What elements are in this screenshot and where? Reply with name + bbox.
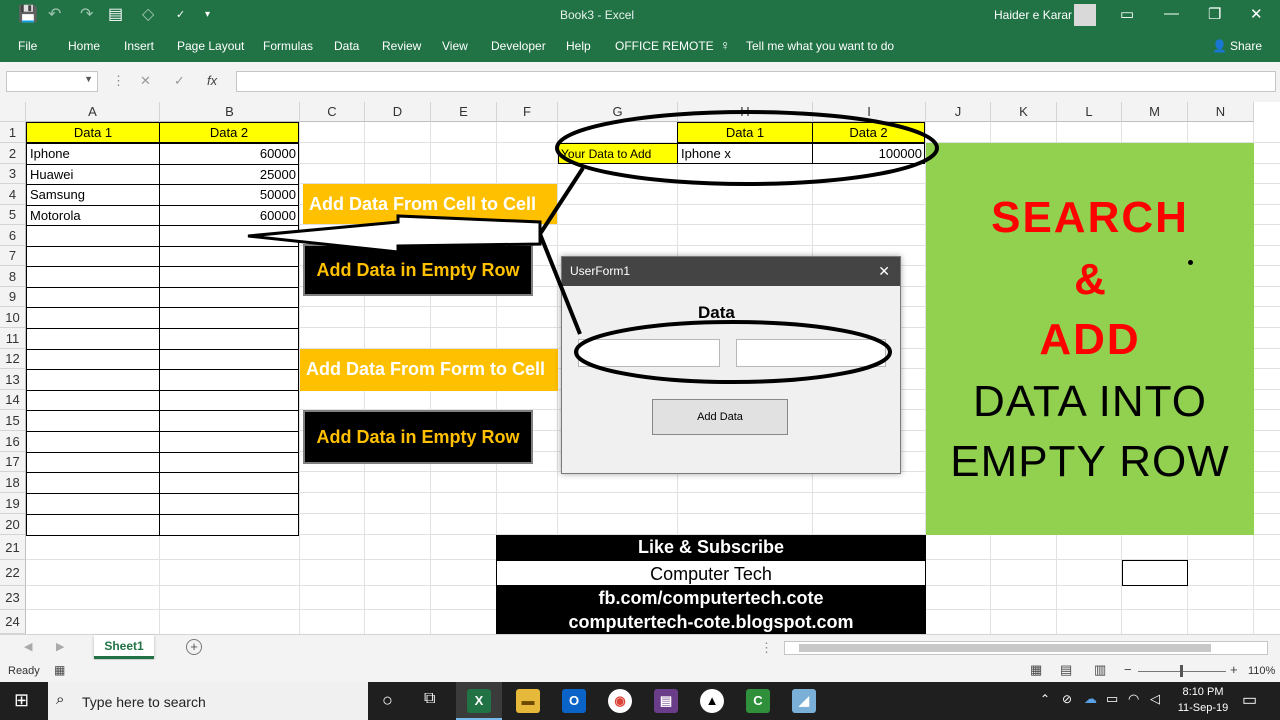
taskbar-search-box[interactable]: ⌕ Type here to search <box>48 682 368 720</box>
wifi-icon[interactable]: ◠ <box>1128 691 1139 707</box>
winrar-icon[interactable]: ▤ <box>654 689 678 713</box>
annotation-overlay <box>247 110 939 384</box>
add-sheet-icon[interactable]: + <box>186 639 202 655</box>
page-break-view-icon[interactable]: ▥ <box>1094 662 1106 678</box>
arrow-to-empty-row <box>247 214 542 254</box>
clock-time[interactable]: 8:10 PM <box>1180 686 1226 698</box>
outlook-icon[interactable]: O <box>562 689 586 713</box>
inkscape-icon[interactable]: ▲ <box>700 689 724 713</box>
sheet-tab-sheet1[interactable]: Sheet1 <box>94 635 154 659</box>
normal-view-icon[interactable]: ▦ <box>1030 662 1042 678</box>
taskbar: ⊞ ⌕ Type here to search ○ ⧉ X ▬ O ◉ ▤ ▲ … <box>0 682 1280 720</box>
scroll-left-icon[interactable]: ◀ <box>24 640 32 653</box>
app-icon[interactable]: ◢ <box>792 689 816 713</box>
sheet-tab-bar: ◀ ▶ Sheet1 + ⋮ <box>0 634 1280 660</box>
clock-date[interactable]: 11-Sep-19 <box>1176 702 1230 714</box>
excel-icon: X <box>467 689 491 713</box>
show-hidden-icons-icon[interactable]: ⌃ <box>1040 692 1050 706</box>
file-explorer-icon[interactable]: ▬ <box>516 689 540 713</box>
connector-line <box>537 166 585 335</box>
search-icon: ⌕ <box>56 691 65 708</box>
page-layout-view-icon[interactable]: ▤ <box>1060 662 1072 678</box>
horizontal-scrollbar[interactable] <box>784 641 1268 655</box>
status-ready: Ready <box>8 665 40 677</box>
windows-start-icon[interactable]: ⊞ <box>14 690 29 711</box>
tab-split-icon[interactable]: ⋮ <box>760 640 773 656</box>
highlight-ellipse-form <box>574 320 892 384</box>
macro-record-icon[interactable]: ▦ <box>54 663 65 677</box>
attachment-icon[interactable]: ⊘ <box>1062 692 1072 706</box>
camtasia-icon[interactable]: C <box>746 689 770 713</box>
highlight-ellipse-input <box>555 110 939 186</box>
chrome-icon[interactable]: ◉ <box>608 689 632 713</box>
zoom-in-icon[interactable]: + <box>1230 662 1238 677</box>
cortana-icon[interactable]: ○ <box>382 690 393 711</box>
volume-icon[interactable]: ◁ <box>1150 691 1160 707</box>
taskbar-excel-active[interactable]: X <box>456 682 502 720</box>
status-bar: Ready ▦ ▦ ▤ ▥ − + 110% <box>0 660 1280 682</box>
zoom-out-icon[interactable]: − <box>1124 662 1132 677</box>
zoom-slider-thumb[interactable] <box>1180 665 1183 677</box>
notification-icon[interactable]: ▭ <box>1242 690 1257 710</box>
taskbar-search-input[interactable]: Type here to search <box>82 694 206 710</box>
scroll-right-icon[interactable]: ▶ <box>56 640 64 653</box>
network-icon[interactable]: ▭ <box>1106 691 1118 707</box>
task-view-icon[interactable]: ⧉ <box>424 690 435 708</box>
onedrive-icon[interactable]: ☁ <box>1084 691 1097 707</box>
horizontal-scroll-thumb[interactable] <box>799 644 1211 652</box>
zoom-level[interactable]: 110% <box>1248 665 1275 677</box>
